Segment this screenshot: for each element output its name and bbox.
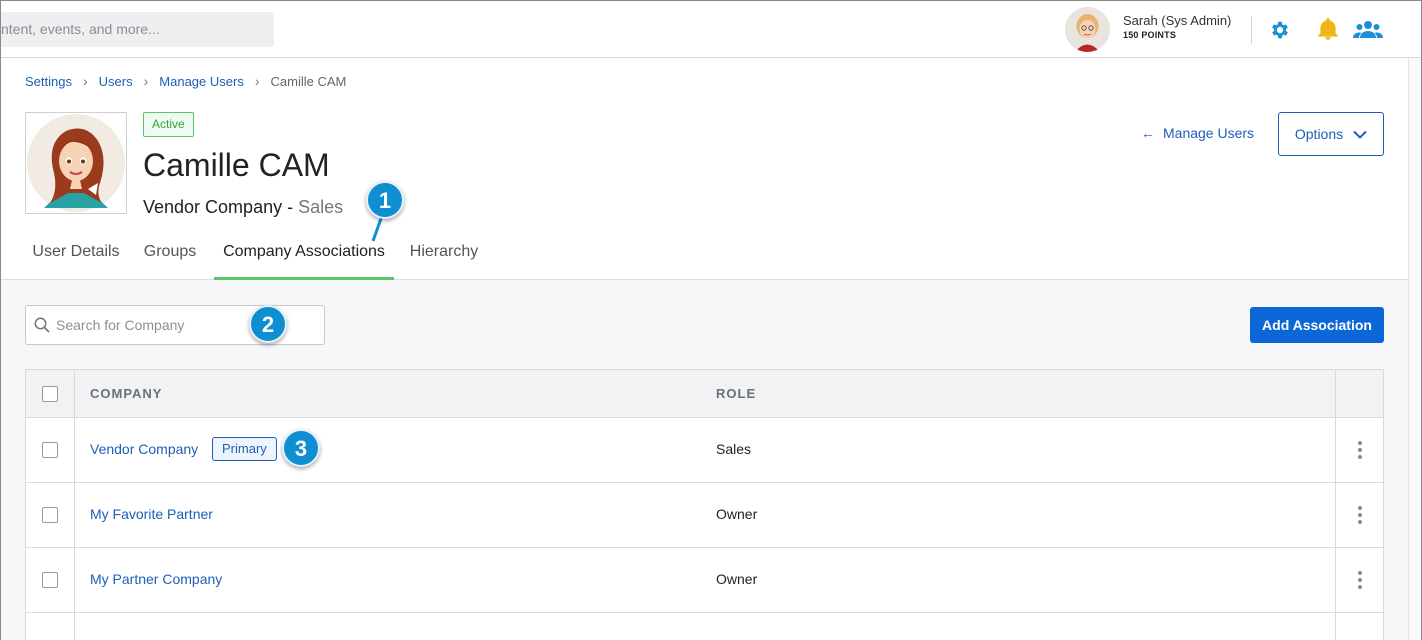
more-vertical-icon[interactable]: [1354, 505, 1366, 525]
current-user-name[interactable]: Sarah (Sys Admin): [1123, 13, 1231, 28]
breadcrumb-current: Camille CAM: [270, 73, 347, 89]
top-divider: [1251, 16, 1252, 44]
arrow-left-icon: ←: [1141, 125, 1155, 141]
scrollbar[interactable]: [1408, 58, 1421, 640]
user-role: Sales: [298, 197, 344, 217]
callout-badge-2: 2: [249, 305, 287, 343]
global-search-input[interactable]: ntent, events, and more...: [1, 12, 274, 47]
more-vertical-icon[interactable]: [1354, 440, 1366, 460]
tab-hierarchy[interactable]: Hierarchy: [402, 243, 486, 280]
profile-avatar: [25, 112, 127, 214]
associations-table: COMPANY ROLE Vendor Company Primary Sale…: [25, 369, 1384, 640]
table-row: My Favorite Partner Owner: [26, 483, 1383, 548]
row-checkbox[interactable]: [42, 572, 58, 588]
row-checkbox[interactable]: [42, 507, 58, 523]
breadcrumb: Settings › Users › Manage Users › Camill…: [25, 73, 346, 89]
user-company: Vendor Company: [143, 197, 283, 217]
chevron-right-icon: ›: [143, 73, 149, 89]
column-role[interactable]: ROLE: [716, 386, 756, 401]
role-cell: Owner: [716, 506, 758, 522]
current-user-avatar[interactable]: [1065, 7, 1110, 52]
company-link[interactable]: My Favorite Partner: [90, 506, 213, 522]
current-user-points: 150 POINTS: [1123, 30, 1177, 40]
row-checkbox[interactable]: [42, 442, 58, 458]
breadcrumb-manage-users[interactable]: Manage Users: [159, 74, 244, 89]
chevron-right-icon: ›: [82, 73, 88, 89]
add-association-button[interactable]: Add Association: [1250, 307, 1384, 343]
tabs-divider: [1, 279, 1408, 280]
primary-badge: Primary: [212, 437, 277, 461]
breadcrumb-users[interactable]: Users: [99, 74, 133, 89]
page-title: Camille CAM: [143, 147, 330, 183]
people-icon[interactable]: [1353, 18, 1383, 42]
table-row: My Partner Company Owner: [26, 548, 1383, 613]
table-row: Vendor Company Primary Sales: [26, 418, 1383, 483]
tab-company-associations[interactable]: Company Associations: [214, 243, 394, 280]
user-company-role: Vendor Company - Sales: [143, 197, 343, 218]
column-company[interactable]: COMPANY: [90, 386, 162, 401]
select-all-checkbox[interactable]: [42, 386, 58, 402]
role-cell: Sales: [716, 441, 752, 457]
callout-badge-3: 3: [282, 429, 320, 467]
chevron-right-icon: ›: [254, 73, 260, 89]
table-header: COMPANY ROLE: [26, 370, 1383, 418]
options-button[interactable]: Options: [1278, 112, 1384, 156]
company-link[interactable]: Vendor Company: [90, 441, 198, 457]
back-link-label: Manage Users: [1163, 125, 1255, 141]
global-search-text: ntent, events, and more...: [1, 21, 160, 37]
breadcrumb-settings[interactable]: Settings: [25, 74, 72, 89]
status-badge: Active: [143, 112, 194, 137]
role-cell: Owner: [716, 571, 758, 587]
bell-icon[interactable]: [1315, 16, 1341, 42]
tab-user-details[interactable]: User Details: [25, 243, 127, 280]
company-role-separator: -: [282, 197, 299, 217]
more-vertical-icon[interactable]: [1354, 570, 1366, 590]
tab-groups[interactable]: Groups: [135, 243, 205, 280]
search-icon: [34, 317, 50, 333]
company-link[interactable]: My Partner Company: [90, 571, 222, 587]
options-label: Options: [1294, 126, 1344, 142]
back-to-manage-users-link[interactable]: ← Manage Users: [1141, 125, 1254, 141]
chevron-down-icon: [1353, 130, 1367, 139]
gear-icon[interactable]: [1269, 19, 1291, 41]
callout-badge-1: 1: [366, 181, 404, 219]
